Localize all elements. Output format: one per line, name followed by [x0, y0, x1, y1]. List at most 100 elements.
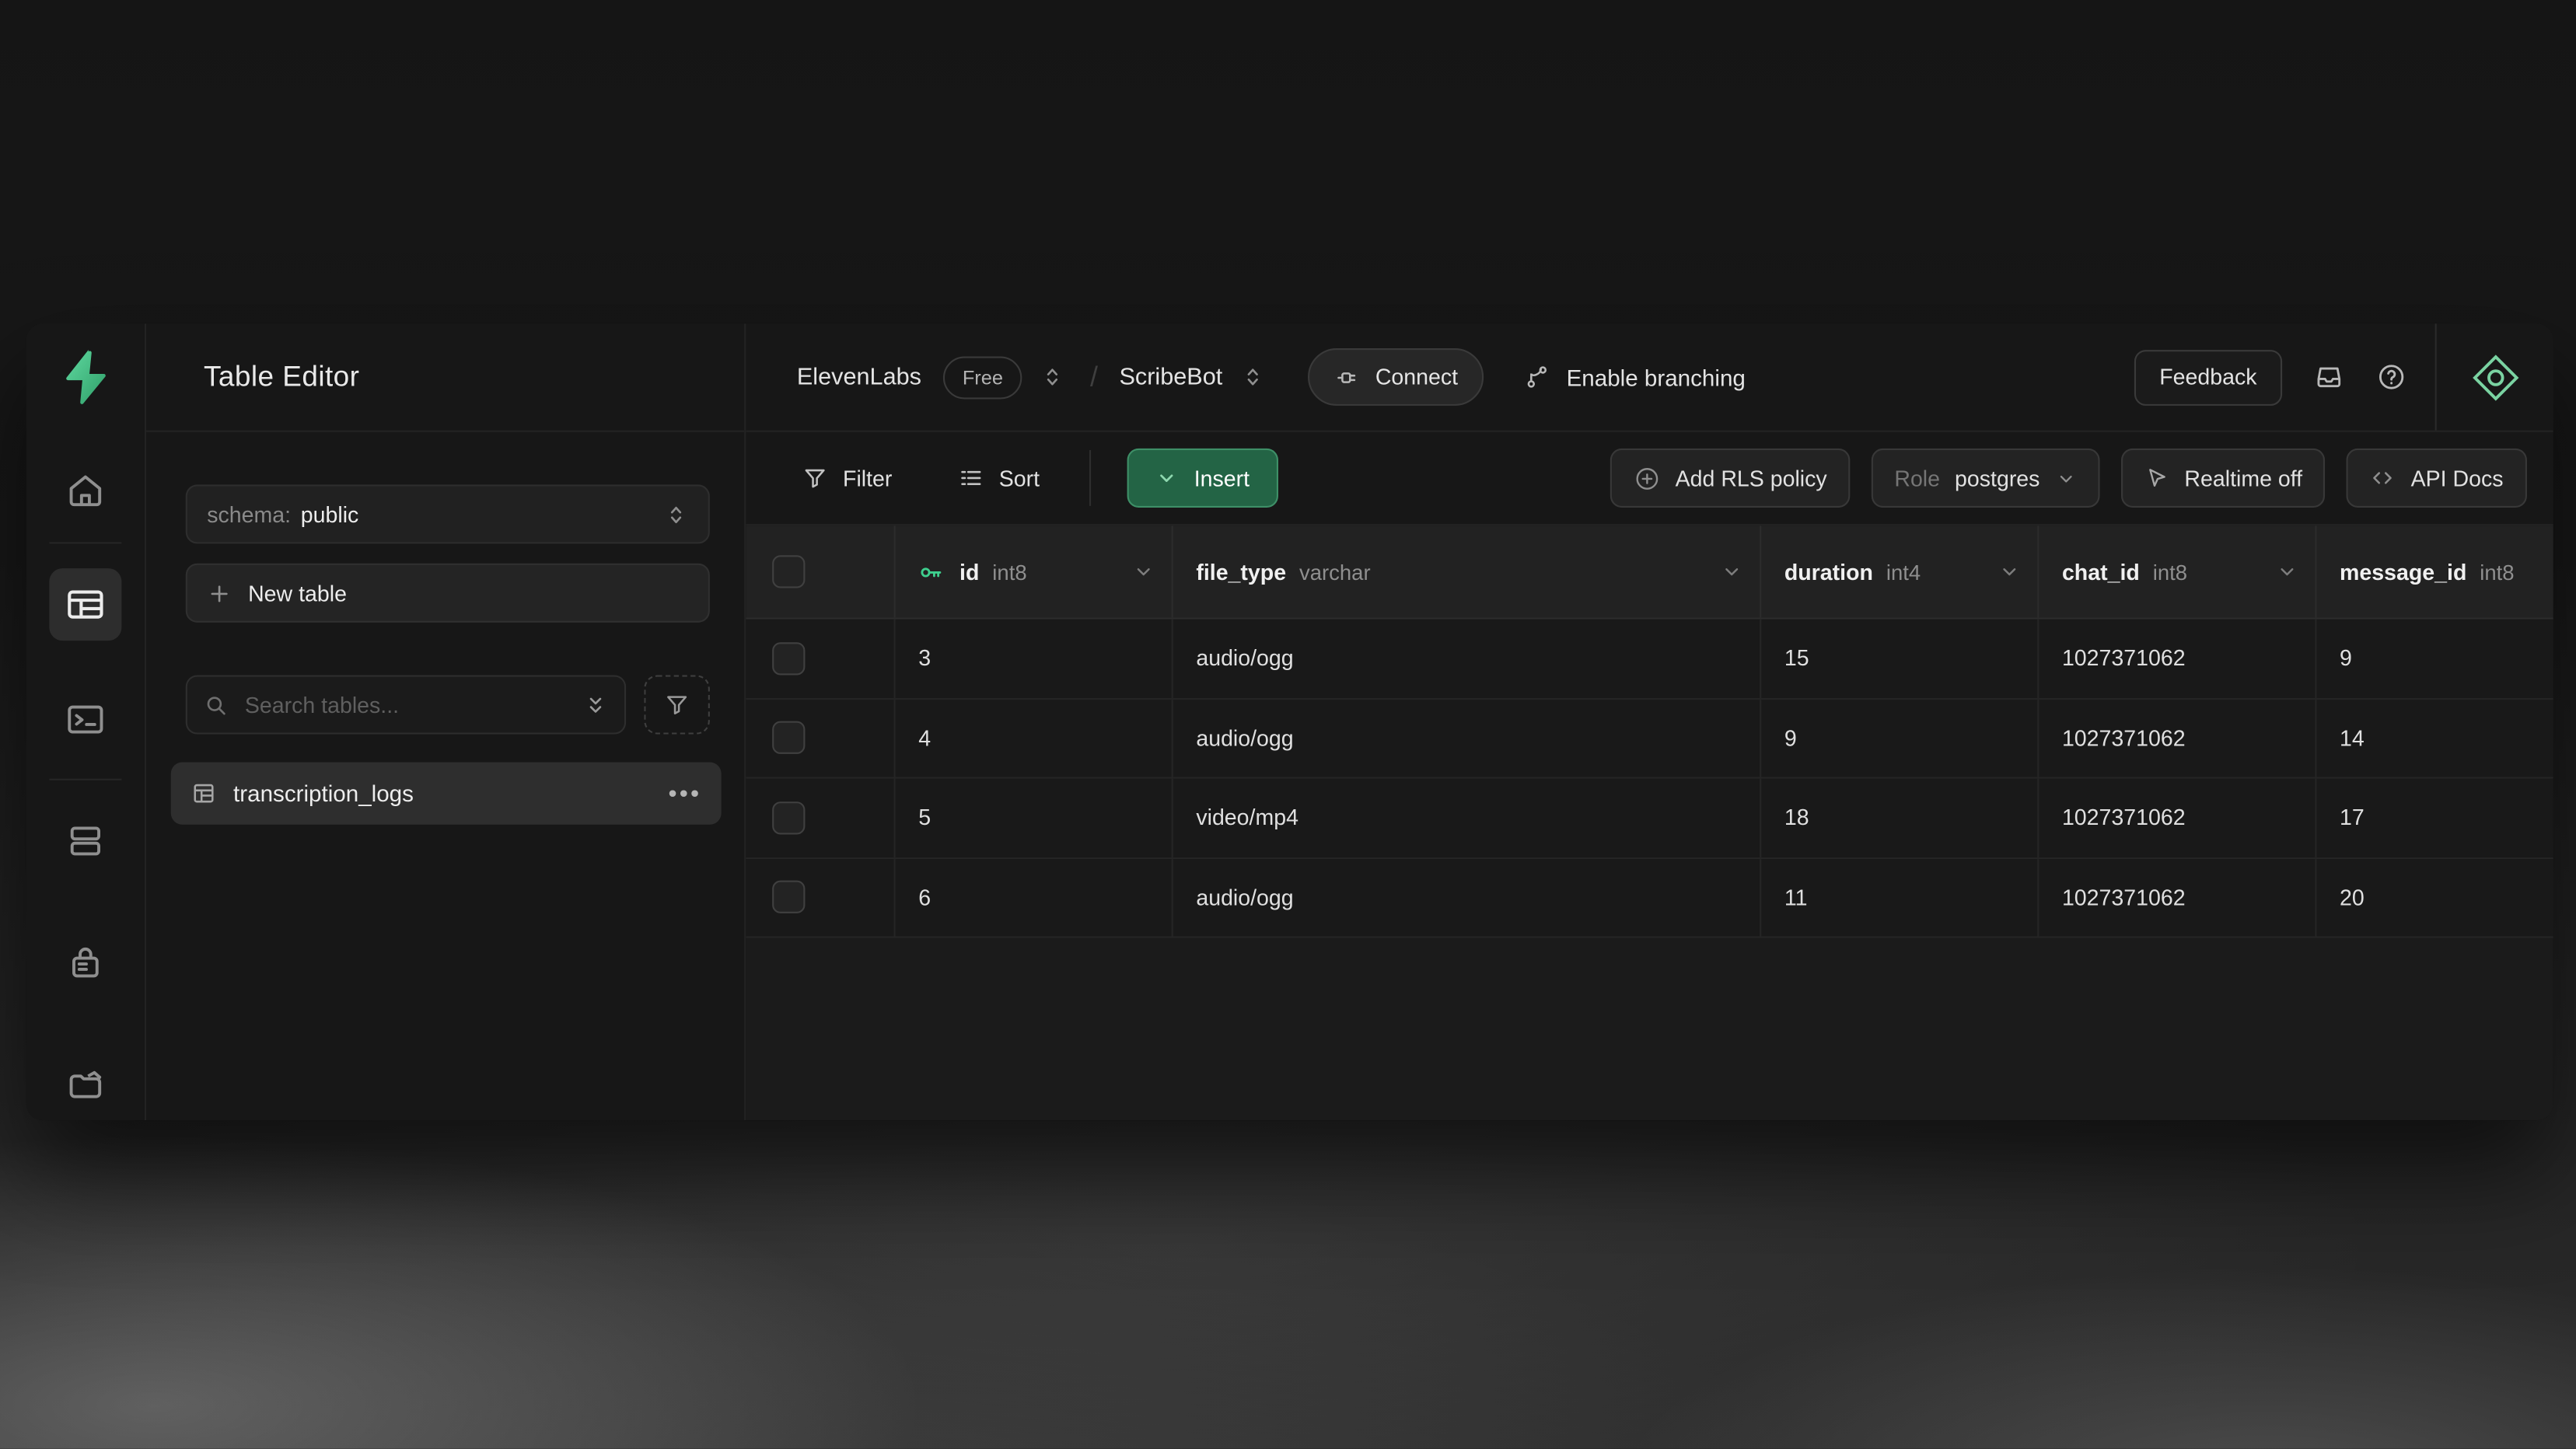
role-select[interactable]: Role postgres: [1872, 449, 2099, 508]
cell-id[interactable]: 4: [896, 699, 1173, 777]
api-docs-button[interactable]: API Docs: [2347, 449, 2526, 508]
column-type: varchar: [1299, 560, 1371, 585]
chevron-down-icon[interactable]: [1998, 560, 2022, 584]
cell-chat_id[interactable]: 1027371062: [2039, 620, 2316, 697]
plus-circle-icon: [1633, 464, 1661, 492]
nav-auth[interactable]: [49, 927, 121, 999]
column-name: id: [959, 560, 979, 585]
cell-message_id[interactable]: 9: [2316, 620, 2552, 697]
storage-folder-icon: [64, 1063, 107, 1105]
cell-message_id[interactable]: 20: [2316, 858, 2552, 936]
nav-storage[interactable]: [49, 1048, 121, 1120]
inbox-icon: [2312, 361, 2344, 393]
table-filter-button[interactable]: [644, 675, 710, 734]
connect-label: Connect: [1375, 365, 1458, 389]
sidebar-table-item[interactable]: transcription_logs •••: [171, 762, 722, 824]
cell-message_id[interactable]: 14: [2316, 699, 2552, 777]
help-button[interactable]: [2375, 361, 2406, 393]
add-rls-policy-button[interactable]: Add RLS policy: [1610, 449, 1850, 508]
schema-select[interactable]: schema: public: [186, 484, 710, 543]
table-options-button[interactable]: •••: [668, 780, 701, 808]
cell-message_id[interactable]: 17: [2316, 779, 2552, 857]
notifications-button[interactable]: [2312, 361, 2344, 393]
new-table-button[interactable]: New table: [186, 564, 710, 623]
cell-file_type[interactable]: audio/ogg: [1173, 699, 1761, 777]
double-chevron-down-icon[interactable]: [583, 693, 608, 718]
chevron-down-icon: [1155, 466, 1178, 490]
data-grid: id int8 file_typevarchardurationint4chat_i…: [746, 525, 2553, 1120]
table-row[interactable]: 4audio/ogg9102737106214: [746, 699, 2553, 778]
filter-button[interactable]: Filter: [788, 465, 905, 491]
connect-button[interactable]: Connect: [1308, 348, 1484, 406]
nav-home[interactable]: [49, 455, 121, 527]
chevron-up-down-icon: [1241, 365, 1266, 389]
realtime-toggle-button[interactable]: Realtime off: [2120, 449, 2326, 508]
column-header-message_id[interactable]: message_id int8: [2316, 525, 2552, 617]
chevron-down-icon: [2054, 467, 2075, 488]
grid-toolbar: Filter Sort Insert Add RLS policy: [746, 432, 2553, 525]
row-checkbox[interactable]: [772, 801, 805, 834]
nav-database[interactable]: [49, 805, 121, 877]
sort-label: Sort: [999, 466, 1040, 491]
cell-id[interactable]: 3: [896, 620, 1173, 697]
home-icon: [64, 470, 107, 512]
cell-duration[interactable]: 15: [1761, 620, 2039, 697]
nav-rail: [26, 323, 146, 1120]
cell-duration[interactable]: 11: [1761, 858, 2039, 936]
avatar-diamond-icon: [2470, 352, 2519, 401]
row-checkbox[interactable]: [772, 881, 805, 913]
feedback-button[interactable]: Feedback: [2135, 349, 2282, 405]
org-switcher[interactable]: [1041, 365, 1066, 389]
enable-branching-button[interactable]: Enable branching: [1524, 363, 1746, 391]
column-type: int8: [2480, 560, 2514, 585]
table-row[interactable]: 6audio/ogg11102737106220: [746, 858, 2553, 937]
org-name[interactable]: ElevenLabs: [797, 364, 921, 390]
breadcrumb-separator: /: [1090, 361, 1098, 393]
nav-sql-editor[interactable]: [49, 683, 121, 756]
cell-chat_id[interactable]: 1027371062: [2039, 699, 2316, 777]
chevron-down-icon[interactable]: [2276, 560, 2299, 584]
cell-chat_id[interactable]: 1027371062: [2039, 779, 2316, 857]
funnel-icon: [802, 465, 828, 491]
project-name[interactable]: ScribeBot: [1119, 364, 1222, 390]
column-header-chat_id[interactable]: chat_idint8: [2039, 525, 2316, 617]
table-name: transcription_logs: [233, 780, 414, 807]
column-type: int8: [992, 560, 1026, 585]
plug-icon: [1334, 364, 1361, 390]
cell-file_type[interactable]: audio/ogg: [1173, 620, 1761, 697]
cell-id[interactable]: 6: [896, 858, 1173, 936]
column-header-file_type[interactable]: file_typevarchar: [1173, 525, 1761, 617]
column-header-id[interactable]: id int8: [896, 525, 1173, 617]
panel-header: Table Editor: [146, 323, 744, 431]
database-icon: [64, 819, 107, 862]
cell-chat_id[interactable]: 1027371062: [2039, 858, 2316, 936]
role-value: postgres: [1955, 466, 2039, 491]
column-name: message_id: [2340, 560, 2466, 585]
project-switcher[interactable]: [1241, 365, 1266, 389]
row-checkbox[interactable]: [772, 721, 805, 754]
cell-duration[interactable]: 9: [1761, 699, 2039, 777]
chevron-down-icon[interactable]: [1132, 560, 1155, 584]
cell-file_type[interactable]: audio/ogg: [1173, 858, 1761, 936]
account-menu[interactable]: [2434, 323, 2553, 430]
table-row[interactable]: 3audio/ogg1510273710629: [746, 620, 2553, 699]
select-all-checkbox[interactable]: [772, 555, 805, 588]
chevron-down-icon[interactable]: [1720, 560, 1743, 584]
row-select-cell: [746, 699, 895, 777]
supabase-logo-icon[interactable]: [61, 348, 110, 406]
sort-button[interactable]: Sort: [945, 465, 1053, 491]
chevron-up-down-icon: [664, 502, 689, 527]
grid-empty-space: [746, 938, 2553, 1121]
filter-label: Filter: [843, 466, 892, 491]
funnel-icon: [664, 692, 690, 718]
cell-id[interactable]: 5: [896, 779, 1173, 857]
column-header-duration[interactable]: durationint4: [1761, 525, 2039, 617]
table-row[interactable]: 5video/mp418102737106217: [746, 779, 2553, 858]
nav-table-editor[interactable]: [49, 568, 121, 641]
insert-button[interactable]: Insert: [1127, 449, 1278, 508]
search-tables-input[interactable]: [242, 691, 571, 719]
table-editor-panel: Table Editor schema: public New table: [146, 323, 746, 1120]
cell-duration[interactable]: 18: [1761, 779, 2039, 857]
cell-file_type[interactable]: video/mp4: [1173, 779, 1761, 857]
row-checkbox[interactable]: [772, 642, 805, 675]
